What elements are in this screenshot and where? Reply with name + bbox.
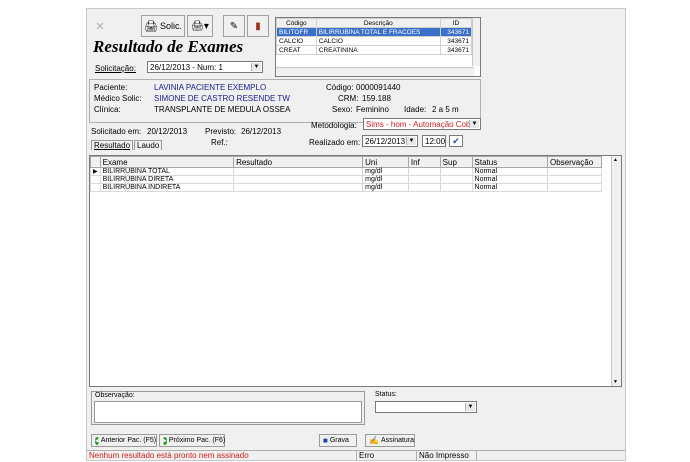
col-resultado[interactable]: Resultado — [233, 156, 364, 168]
chevron-down-icon: ▼ — [469, 120, 479, 128]
solicitacao-label: Solicitação: — [95, 64, 136, 73]
pencil-icon: ✎ — [229, 20, 239, 32]
patient-code: 0000091440 — [356, 83, 401, 92]
col-inf[interactable]: Inf — [407, 156, 441, 168]
grava-button[interactable]: ■ Grava — [319, 434, 357, 447]
tab-resultado[interactable]: Resultado — [91, 140, 134, 150]
observacao-group: Observação: — [91, 391, 365, 425]
patient-info-panel: Paciente: LAVINIA PACIENTE EXEMPLO Médic… — [89, 79, 481, 123]
solicitacao-select[interactable]: 26/12/2013 - Num: 1 ▼ — [147, 61, 263, 73]
col-id[interactable]: ID — [439, 18, 473, 28]
chevron-down-icon: ▼ — [406, 137, 416, 145]
row-pointer-icon: ▶ — [90, 167, 101, 176]
proximo-pac-button[interactable]: ▶ Próximo Pac. (F6) — [159, 434, 225, 447]
edit-button[interactable]: ✎ — [223, 15, 245, 37]
solic-button[interactable]: 🖨 Solic. — [141, 15, 185, 37]
age-value: 2 a 5 m — [432, 105, 459, 114]
signature-icon: ✍ — [369, 436, 379, 445]
col-exame[interactable]: Exame — [99, 156, 235, 168]
results-window: ✕ 🖨 Solic. 🖨▾ ✎ ▮ Resultado de Exames So… — [86, 8, 626, 461]
arrow-right-icon: ▶ — [163, 436, 167, 445]
print-menu-button[interactable]: 🖨▾ — [187, 15, 213, 37]
solicitado-date: 20/12/2013 — [147, 127, 188, 136]
chevron-down-icon: ▼ — [465, 403, 475, 411]
close-icon[interactable]: ✕ — [89, 15, 111, 37]
table-row[interactable]: CALCIO CALCIO 343671 — [276, 36, 473, 46]
printer-dropdown-icon: 🖨▾ — [191, 20, 209, 32]
clinic-name: TRANSPLANTE DE MEDULA OSSEA — [154, 105, 291, 114]
exam-list-vscroll[interactable] — [472, 18, 480, 66]
exit-button[interactable]: ▮ — [247, 15, 269, 37]
tab-bar: Resultado Laudo — [91, 140, 163, 150]
scroll-up-icon[interactable]: ▲ — [613, 157, 618, 163]
status-select[interactable]: ▼ — [375, 401, 477, 413]
save-icon: ■ — [323, 436, 328, 445]
confirm-check-icon[interactable]: ✔ — [449, 135, 463, 147]
exam-list-grid[interactable]: Código Descrição ID BILITOFR BILIRRUBINA… — [275, 17, 481, 77]
status-bar: Nenhum resultado está pronto nem assinad… — [87, 450, 625, 461]
printer-icon: 🖨 — [144, 20, 158, 33]
realizado-date-select[interactable]: 26/12/2013 ▼ — [362, 135, 418, 147]
patient-name: LAVINIA PACIENTE EXEMPLO — [154, 83, 267, 92]
realizado-time-input[interactable]: 12:00 — [422, 135, 446, 147]
assinatura-button[interactable]: ✍ Assinatura — [365, 434, 415, 447]
observacao-textarea[interactable] — [94, 401, 362, 423]
tab-laudo[interactable]: Laudo — [134, 140, 163, 150]
page-title: Resultado de Exames — [93, 37, 244, 56]
status-erro: Erro — [357, 451, 417, 461]
table-row[interactable]: BILIRRUBINA INDIRETA mg/dl Normal — [90, 183, 602, 192]
anterior-pac-button[interactable]: ◀ Anterior Pac. (F5) — [91, 434, 157, 447]
col-sup[interactable]: Sup — [439, 156, 473, 168]
table-row[interactable]: CREAT CREATININA 343671 — [276, 45, 473, 55]
scroll-down-icon[interactable]: ▼ — [613, 379, 618, 385]
table-row[interactable]: BILIRRUBINA DIRETA mg/dl Normal — [90, 175, 602, 184]
chevron-down-icon: ▼ — [251, 63, 261, 71]
metodologia-select[interactable]: Sims - hom - Automação Cob ▼ — [363, 118, 481, 130]
exam-list-hscroll[interactable] — [276, 67, 474, 76]
table-row[interactable]: ▶ BILIRRUBINA TOTAL mg/dl Normal — [90, 167, 602, 176]
results-vscroll[interactable]: ▲ ▼ — [611, 156, 621, 386]
arrow-left-icon: ◀ — [95, 436, 99, 445]
doctor-name: SIMONE DE CASTRO RESENDE TW — [154, 94, 290, 103]
col-uni[interactable]: Uni — [362, 156, 409, 168]
door-icon: ▮ — [255, 20, 261, 32]
col-status[interactable]: Status — [471, 156, 549, 168]
col-codigo[interactable]: Código — [276, 18, 317, 28]
status-message: Nenhum resultado está pronto nem assinad… — [87, 451, 357, 461]
results-grid[interactable]: Exame Resultado Uni Inf Sup Status Obser… — [89, 155, 622, 387]
table-row[interactable]: BILITOFR BILIRRUBINA TOTAL E FRACOES 343… — [276, 27, 473, 37]
status-impresso: Não Impresso — [417, 451, 477, 461]
crm-value: 159.188 — [362, 94, 391, 103]
sex-value: Feminino — [356, 105, 389, 114]
col-descricao[interactable]: Descrição — [315, 18, 441, 28]
previsto-date: 26/12/2013 — [241, 127, 282, 136]
col-observacao[interactable]: Observação — [547, 156, 602, 168]
